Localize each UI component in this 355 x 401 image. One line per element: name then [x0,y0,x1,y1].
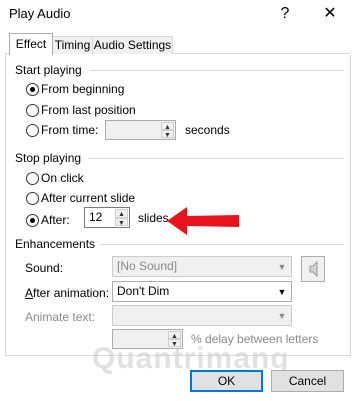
tab-timing[interactable]: Timing [52,36,93,54]
radio-after-slides[interactable] [26,214,39,227]
after-animation-value: Don't Dim [117,284,170,298]
spin-up-icon[interactable]: ▲ [161,122,174,131]
radio-from-last-position[interactable] [26,104,39,117]
radio-on-click[interactable] [26,172,39,185]
stepper-arrows[interactable]: ▲ ▼ [115,209,128,227]
help-button[interactable]: ? [272,2,298,26]
tab-effect[interactable]: Effect [9,33,53,55]
group-divider [93,244,344,245]
chevron-down-icon[interactable]: ▼ [274,258,290,275]
close-button[interactable]: ✕ [317,2,343,26]
start-playing-heading: Start playing [15,63,86,77]
cancel-button[interactable]: Cancel [271,370,344,392]
chevron-down-icon[interactable]: ▼ [274,307,290,324]
spin-up-icon[interactable]: ▲ [168,331,181,340]
animate-text-label: Animate text: [25,310,96,324]
stop-playing-heading: Stop playing [15,151,86,165]
spin-down-icon[interactable]: ▼ [161,130,174,139]
window-title: Play Audio [9,6,71,21]
after-animation-mnemonic: A [25,286,34,300]
speaker-icon [309,260,318,278]
after-slides-value: 12 [89,210,103,224]
from-time-label: From time: [41,123,99,137]
radio-from-beginning[interactable] [26,83,39,96]
radio-after-current-slide[interactable] [26,192,39,205]
tab-audio-settings[interactable]: Audio Settings [92,36,173,54]
group-divider [88,158,344,159]
from-time-stepper[interactable]: ▲ ▼ [105,120,176,140]
from-beginning-label: From beginning [41,82,125,96]
after-animation-label-rest: fter animation: [33,286,110,300]
chevron-down-icon[interactable]: ▼ [274,283,290,300]
animate-text-select[interactable]: ▼ [112,305,292,326]
after-slides-stepper[interactable]: 12 ▲ ▼ [84,207,130,228]
group-divider [90,70,344,71]
red-arrow-icon [167,207,239,235]
time-unit-label: seconds [185,123,230,137]
from-last-position-label: From last position [41,103,136,117]
ok-button[interactable]: OK [190,370,263,392]
radio-from-time[interactable] [26,124,39,137]
sound-label: Sound: [25,261,64,275]
sound-volume-button[interactable] [301,256,325,282]
after-animation-select[interactable]: Don't Dim ▼ [112,281,292,302]
on-click-label: On click [41,171,84,185]
spin-up-icon[interactable]: ▲ [115,209,128,218]
enhancements-heading: Enhancements [15,237,100,251]
stepper-arrows[interactable]: ▲ ▼ [161,122,174,139]
after-animation-label: After animation: [25,286,109,300]
after-label: After: [41,213,70,227]
sound-select[interactable]: [No Sound] ▼ [112,256,292,277]
after-current-slide-label: After current slide [41,191,136,205]
spin-down-icon[interactable]: ▼ [115,217,128,227]
sound-select-value: [No Sound] [117,259,178,273]
